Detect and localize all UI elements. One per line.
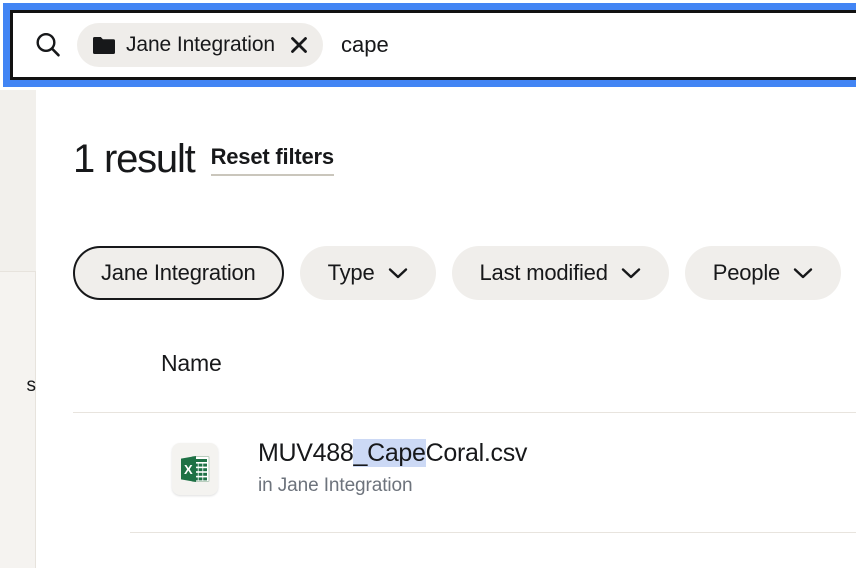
filter-chip-people[interactable]: People	[685, 246, 841, 300]
search-scope-token-label: Jane Integration	[126, 33, 275, 57]
sidebar-item-clipped[interactable]: s	[0, 375, 36, 397]
filter-chip-label: Last modified	[480, 260, 608, 286]
filter-chip-label: Type	[328, 260, 375, 286]
sidebar: s	[0, 90, 36, 568]
filter-chip-label: Jane Integration	[101, 260, 256, 286]
file-name-prefix: MUV488	[258, 439, 353, 467]
file-name[interactable]: MUV488_CapeCoral.csv	[258, 438, 527, 468]
search-icon	[33, 30, 63, 60]
file-name-match-highlight: _Cape	[353, 439, 425, 467]
chevron-down-icon	[621, 267, 641, 280]
search-scope-token[interactable]: Jane Integration	[77, 23, 323, 67]
result-count: 1 result	[73, 138, 195, 180]
reset-filters-link[interactable]: Reset filters	[211, 145, 334, 176]
folder-icon	[93, 36, 115, 54]
table-row[interactable]: X MUV488_CapeCoral.csv in Jane Integrati…	[37, 430, 856, 532]
file-name-suffix: Coral.csv	[426, 439, 528, 467]
main-content: 1 result Reset filters Jane Integration …	[37, 90, 856, 568]
result-item-text: MUV488_CapeCoral.csv in Jane Integration	[258, 438, 527, 497]
filter-chip-jane-integration[interactable]: Jane Integration	[73, 246, 284, 300]
filter-chip-last-modified[interactable]: Last modified	[452, 246, 669, 300]
results-header: 1 result Reset filters	[73, 138, 334, 180]
file-location: in Jane Integration	[258, 475, 527, 497]
filter-chip-type[interactable]: Type	[300, 246, 436, 300]
column-header-name[interactable]: Name	[161, 350, 222, 377]
table-row-divider	[130, 532, 856, 533]
search-bar[interactable]: Jane Integration cape	[10, 10, 856, 80]
search-input[interactable]: cape	[341, 32, 389, 58]
svg-text:X: X	[184, 462, 193, 477]
search-bar-focus-ring: Jane Integration cape	[3, 3, 856, 87]
filter-chip-label: People	[713, 260, 780, 286]
chevron-down-icon	[793, 267, 813, 280]
search-results-page: Jane Integration cape s 1 result Reset f…	[0, 0, 856, 568]
sidebar-section-top	[0, 90, 36, 272]
chevron-down-icon	[388, 267, 408, 280]
excel-csv-file-icon: X	[172, 443, 218, 495]
filter-chip-row: Jane Integration Type Last modified	[73, 246, 856, 300]
close-icon[interactable]	[289, 35, 309, 55]
table-header-divider	[73, 412, 856, 413]
